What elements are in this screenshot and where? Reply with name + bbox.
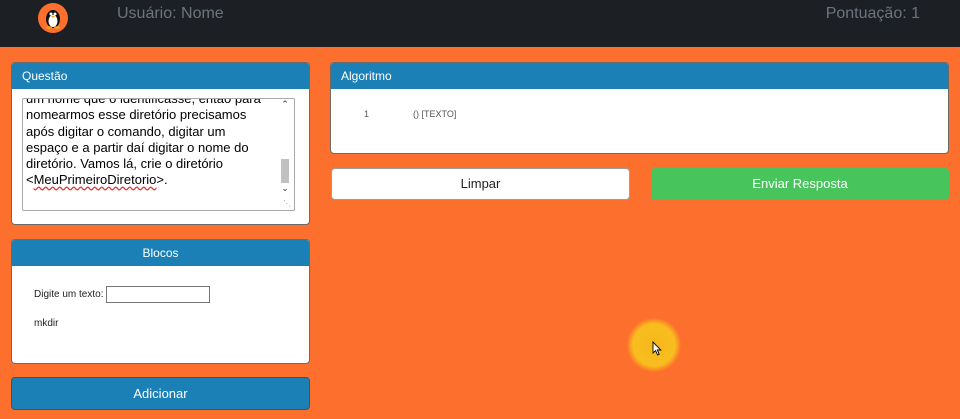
user-name-label: Usuário: Nome	[117, 5, 224, 22]
algorithm-panel: Algoritmo 1 () [TEXTO]	[330, 62, 949, 154]
resize-grip-icon[interactable]: ⋱	[283, 199, 291, 208]
algorithm-line-number: 1	[364, 109, 370, 119]
text-input-label: Digite um texto:	[34, 289, 104, 300]
question-panel: Questão um nome que o identificasse, ent…	[11, 62, 310, 225]
algorithm-line-content[interactable]: () [TEXTO]	[413, 109, 456, 119]
question-text: um nome que o identificasse, então para …	[26, 99, 278, 189]
tux-penguin-icon[interactable]	[38, 3, 68, 33]
scrollbar-thumb[interactable]	[281, 159, 289, 183]
text-input-row: Digite um texto:	[34, 286, 211, 303]
blocks-panel-title: Blocos	[12, 240, 309, 266]
mouse-pointer-icon	[652, 341, 662, 356]
blocks-panel: Blocos Digite um texto: mkdir	[11, 239, 310, 364]
text-input[interactable]	[106, 286, 211, 303]
submit-answer-button[interactable]: Enviar Resposta	[651, 168, 949, 200]
clear-button[interactable]: Limpar	[331, 168, 630, 200]
question-scrollbar[interactable]: ⌃ ⌄	[279, 99, 291, 208]
question-text-directory-name: MeuPrimeiroDiretorio	[33, 172, 157, 188]
score-label: Pontuação: 1	[825, 5, 920, 22]
chevron-up-icon[interactable]: ⌃	[279, 99, 291, 110]
add-button[interactable]: Adicionar	[11, 377, 310, 410]
top-navbar: Usuário: Nome Pontuação: 1	[0, 0, 960, 47]
algorithm-panel-title: Algoritmo	[331, 63, 948, 89]
question-panel-title: Questão	[12, 63, 309, 89]
block-item-mkdir[interactable]: mkdir	[34, 318, 58, 329]
question-text-after: >.	[156, 172, 168, 188]
chevron-down-icon[interactable]: ⌄	[279, 183, 291, 194]
question-textarea[interactable]: um nome que o identificasse, então para …	[22, 98, 295, 211]
